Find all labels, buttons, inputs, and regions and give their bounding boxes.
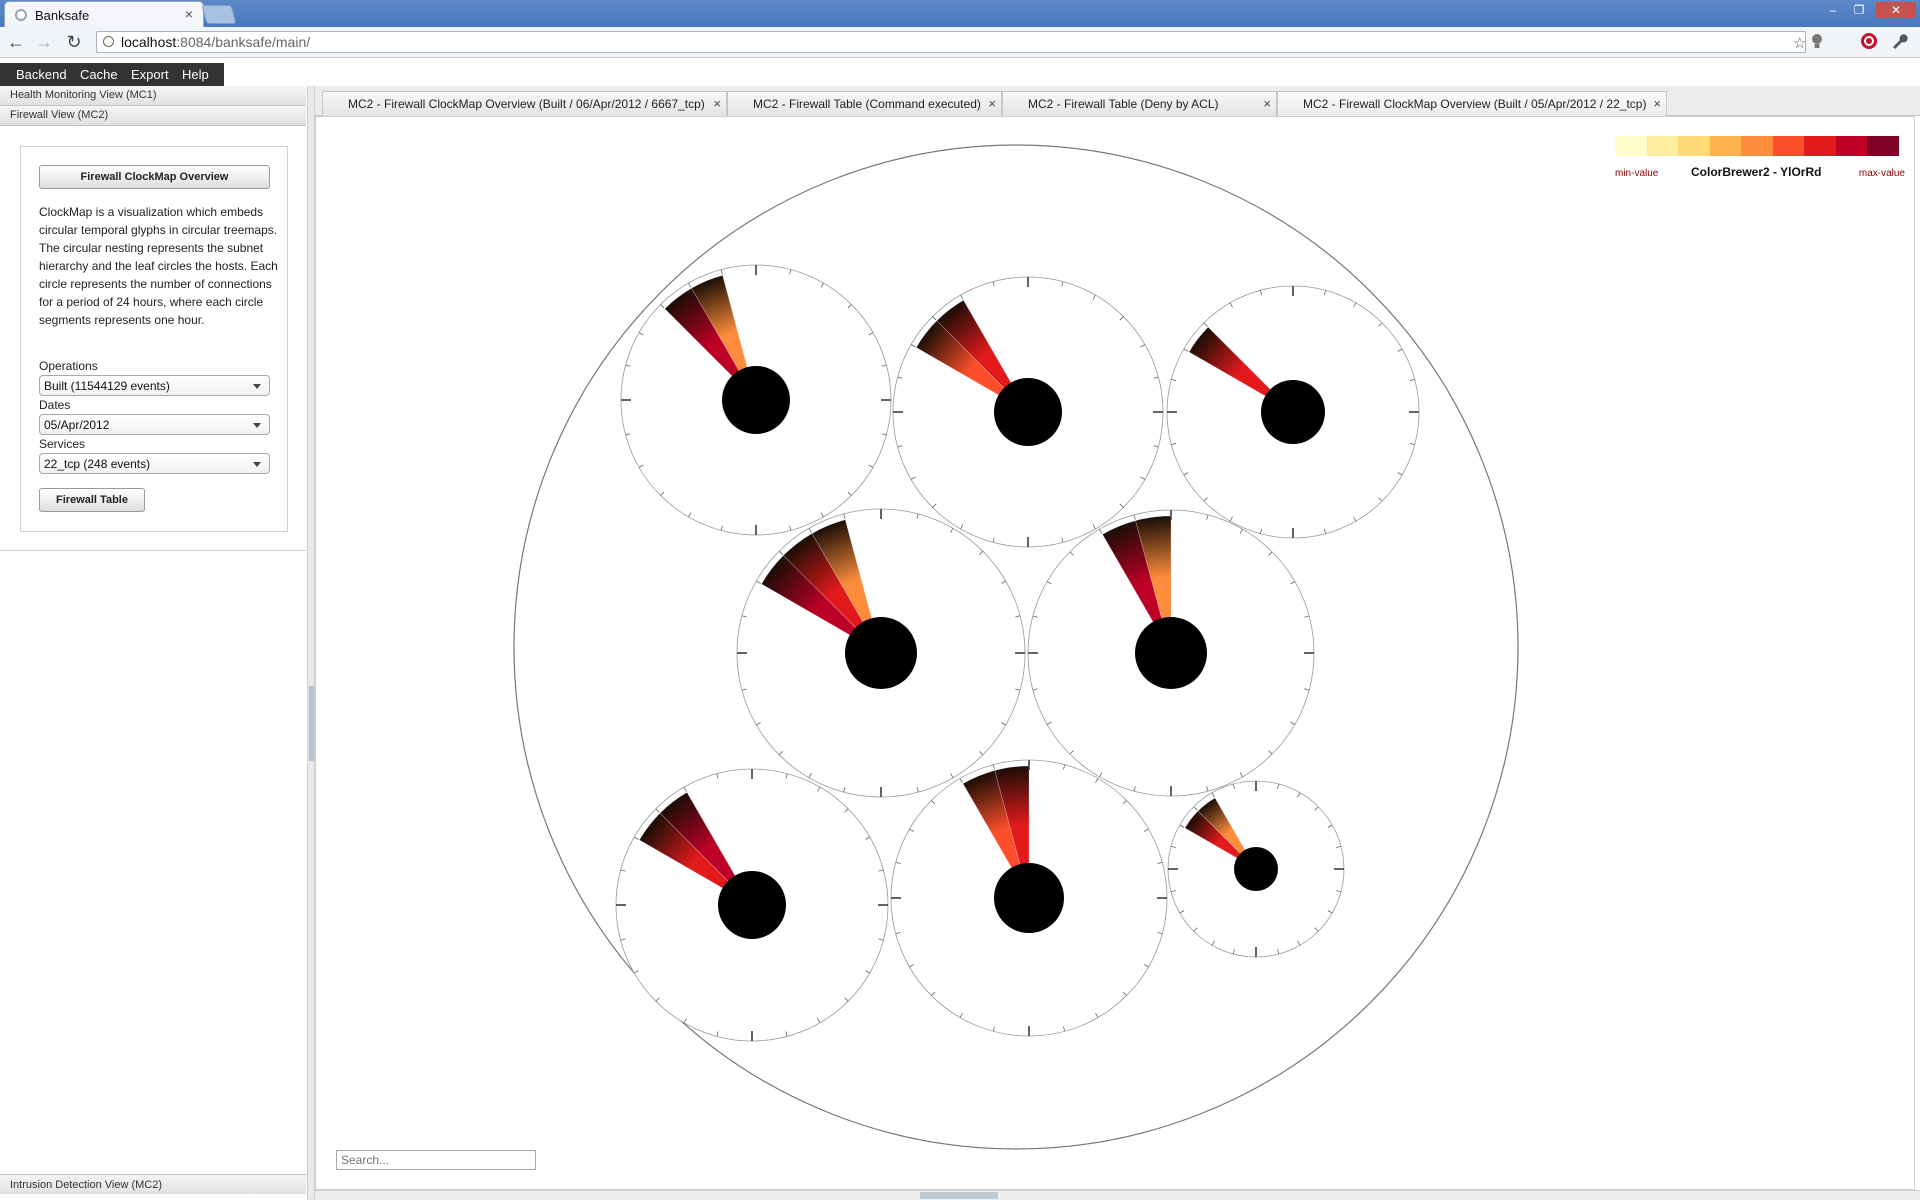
panel-divider	[0, 550, 306, 551]
browser-titlebar: Banksafe × – ❐ ✕	[0, 0, 1920, 28]
menu-backend[interactable]: Backend	[16, 67, 67, 82]
url-host: localhost	[121, 34, 177, 50]
tab-table-deny-by-acl[interactable]: MC2 - Firewall Table (Deny by ACL) ×	[1002, 91, 1277, 116]
content-tabbar: MC2 - Firewall ClockMap Overview (Built …	[315, 86, 1920, 116]
host-clock-8[interactable]	[1167, 780, 1345, 958]
close-icon[interactable]: ×	[713, 96, 721, 111]
legend-swatch	[1709, 136, 1742, 156]
legend-swatch	[1615, 136, 1647, 156]
scrollbar-thumb[interactable]	[920, 1192, 998, 1199]
tab-label: MC2 - Firewall Table (Deny by ACL)	[1028, 97, 1219, 111]
search-input[interactable]	[336, 1150, 536, 1170]
wrench-icon[interactable]	[1888, 31, 1910, 53]
tab-label: MC2 - Firewall ClockMap Overview (Built …	[1303, 97, 1647, 111]
clockmap-visualization[interactable]	[316, 117, 1914, 1189]
menu-cache[interactable]: Cache	[80, 67, 118, 82]
close-icon[interactable]: ×	[185, 6, 193, 22]
host-clock-2[interactable]	[892, 276, 1164, 548]
bookmark-star-icon[interactable]: ☆	[1793, 34, 1806, 52]
extension-stop-icon[interactable]	[1858, 31, 1880, 53]
host-core	[718, 871, 786, 939]
tab-clockmap-05apr[interactable]: MC2 - Firewall ClockMap Overview (Built …	[1277, 91, 1667, 116]
forward-icon[interactable]: →	[32, 30, 56, 54]
lightbulb-icon[interactable]	[1806, 32, 1828, 54]
window-close-icon[interactable]: ✕	[1876, 2, 1916, 18]
legend-swatch	[1772, 136, 1805, 156]
restore-icon[interactable]: ❐	[1848, 2, 1870, 18]
legend-swatch	[1741, 136, 1773, 156]
dates-value: 05/Apr/2012	[44, 418, 110, 432]
host-clock-3[interactable]	[1166, 285, 1420, 539]
legend-swatch	[1804, 136, 1836, 156]
host-core	[1135, 617, 1207, 689]
legend-swatch	[1835, 136, 1868, 156]
browser-toolbar: ← → ↻ localhost:8084/banksafe/main/ ☆	[0, 27, 1920, 58]
host-core	[1234, 847, 1278, 891]
chevron-down-icon	[253, 423, 261, 428]
section-health-monitoring[interactable]: Health Monitoring View (MC1)	[0, 86, 306, 106]
menu-export[interactable]: Export	[131, 67, 169, 82]
section-firewall-view[interactable]: Firewall View (MC2)	[0, 106, 306, 126]
dates-select[interactable]: 05/Apr/2012	[39, 414, 270, 435]
chevron-down-icon	[253, 384, 261, 389]
host-clock-7[interactable]	[890, 759, 1168, 1037]
host-clock-4[interactable]	[736, 508, 1026, 798]
operations-select[interactable]: Built (11544129 events)	[39, 375, 270, 396]
operations-label: Operations	[39, 359, 98, 373]
tab-clockmap-06apr[interactable]: MC2 - Firewall ClockMap Overview (Built …	[322, 91, 727, 116]
back-icon[interactable]: ←	[4, 30, 28, 54]
browser-tab-title: Banksafe	[35, 8, 90, 23]
page-info-icon	[103, 36, 114, 47]
host-clock-1[interactable]	[620, 264, 892, 536]
host-core	[994, 863, 1064, 933]
tab-table-command-executed[interactable]: MC2 - Firewall Table (Command executed) …	[727, 91, 1002, 116]
splitter-handle[interactable]	[309, 686, 314, 761]
legend-swatch	[1678, 136, 1710, 156]
tab-label: MC2 - Firewall Table (Command executed)	[753, 97, 981, 111]
host-clock-6[interactable]	[615, 768, 889, 1042]
legend-min-label: min-value	[1615, 168, 1659, 179]
legend-max-label: max-value	[1858, 168, 1905, 179]
legend-swatch	[1867, 136, 1899, 156]
tab-label: MC2 - Firewall ClockMap Overview (Built …	[348, 97, 705, 111]
menu-help[interactable]: Help	[182, 67, 209, 82]
clockmap-description: ClockMap is a visualization which embeds…	[39, 205, 278, 327]
services-label: Services	[39, 437, 86, 451]
panel-splitter[interactable]	[307, 86, 315, 1200]
dates-label: Dates	[39, 398, 71, 412]
firewall-table-button[interactable]: Firewall Table	[39, 488, 145, 512]
new-tab-button[interactable]	[201, 5, 237, 24]
host-clock-5[interactable]	[1027, 509, 1315, 797]
minimize-icon[interactable]: –	[1822, 2, 1844, 18]
host-core	[845, 617, 917, 689]
host-core	[722, 366, 790, 434]
app-menubar: Backend Cache Export Help	[0, 63, 224, 87]
close-icon[interactable]: ×	[1263, 96, 1271, 111]
services-value: 22_tcp (248 events)	[44, 457, 151, 471]
legend-swatch	[1646, 136, 1679, 156]
operations-value: Built (11544129 events)	[44, 379, 170, 393]
firewall-controls-box: Firewall ClockMap Overview ClockMap is a…	[20, 146, 288, 532]
horizontal-scrollbar[interactable]	[315, 1190, 1920, 1200]
section-intrusion-detection[interactable]: Intrusion Detection View (MC2)	[0, 1174, 306, 1194]
clockmap-overview-button[interactable]: Firewall ClockMap Overview	[39, 165, 270, 189]
browser-tab-banksafe[interactable]: Banksafe ×	[4, 1, 204, 28]
services-select[interactable]: 22_tcp (248 events)	[39, 453, 270, 474]
host-core	[1261, 380, 1325, 444]
chevron-down-icon	[253, 462, 261, 467]
address-bar[interactable]: localhost:8084/banksafe/main/ ☆	[96, 31, 1806, 53]
url-path: :8084/banksafe/main/	[176, 34, 311, 50]
legend-colormap-name: ColorBrewer2 - YlOrRd	[1691, 165, 1822, 179]
close-icon[interactable]: ×	[1653, 96, 1661, 111]
host-core	[994, 378, 1062, 446]
color-legend: min-value ColorBrewer2 - YlOrRd max-valu…	[1615, 136, 1905, 186]
reload-icon[interactable]: ↻	[62, 30, 86, 54]
close-icon[interactable]: ×	[988, 96, 996, 111]
globe-icon	[15, 9, 27, 21]
